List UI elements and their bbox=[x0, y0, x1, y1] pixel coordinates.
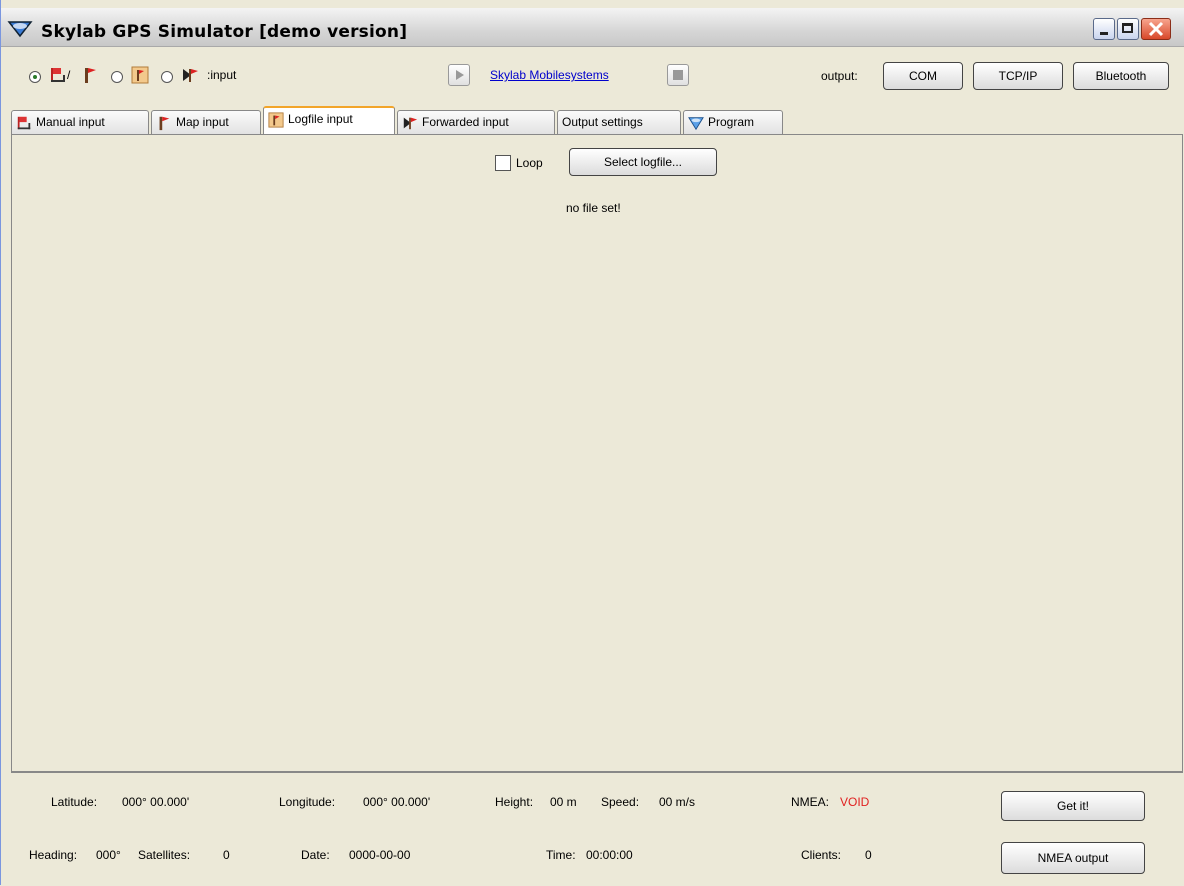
tab-label: Program bbox=[708, 115, 755, 129]
get-it-button[interactable]: Get it! bbox=[1001, 791, 1145, 821]
nmea-status-value: VOID bbox=[840, 795, 870, 809]
skylab-logo-icon bbox=[7, 21, 33, 38]
loop-label: Loop bbox=[516, 156, 543, 170]
window-title: Skylab GPS Simulator [demo version] bbox=[41, 22, 408, 42]
app-window: Skylab GPS Simulator [demo version] /:i… bbox=[0, 0, 1184, 885]
tab-bar: Manual input Map input Logfile input For… bbox=[11, 106, 1181, 136]
clients-label: Clients: bbox=[801, 848, 842, 862]
maximize-icon bbox=[1122, 23, 1133, 33]
latitude-value: 000° 00.000' bbox=[122, 795, 190, 809]
forwarded-input-radio[interactable] bbox=[161, 71, 173, 83]
tab-forwarded-input[interactable]: Forwarded input bbox=[397, 110, 555, 134]
manual-input-radio[interactable] bbox=[29, 71, 41, 83]
heading-label: Heading: bbox=[29, 848, 78, 862]
map-input-flag-icon bbox=[85, 68, 96, 83]
stop-icon bbox=[673, 70, 683, 80]
close-icon bbox=[1148, 21, 1164, 37]
tcpip-button[interactable]: TCP/IP bbox=[973, 62, 1063, 90]
com-button[interactable]: COM bbox=[883, 62, 963, 90]
tab-output-settings[interactable]: Output settings bbox=[557, 110, 681, 134]
input-output-toolbar: / :input Skylab Mobilesystems output: CO… bbox=[1, 52, 1184, 104]
maximize-button[interactable] bbox=[1117, 18, 1139, 40]
map-input-flag-icon bbox=[159, 116, 170, 130]
logfile-input-flag-icon bbox=[268, 112, 284, 128]
minimize-button[interactable] bbox=[1093, 18, 1115, 40]
select-logfile-button[interactable]: Select logfile... bbox=[569, 148, 717, 176]
logfile-input-panel: Loop Select logfile... no file set! bbox=[11, 134, 1183, 772]
tab-map-input[interactable]: Map input bbox=[151, 110, 261, 134]
nmea-label: NMEA: bbox=[791, 795, 830, 809]
loop-checkbox[interactable] bbox=[495, 155, 511, 171]
play-icon bbox=[456, 70, 464, 80]
forwarded-input-flag-icon bbox=[183, 69, 198, 82]
date-label: Date: bbox=[301, 848, 330, 862]
tab-logfile-input[interactable]: Logfile input bbox=[263, 106, 395, 136]
tab-label: Output settings bbox=[562, 115, 643, 129]
tab-label: Map input bbox=[176, 115, 229, 129]
output-label: output: bbox=[821, 69, 858, 83]
satellites-value: 0 bbox=[223, 848, 230, 862]
close-button[interactable] bbox=[1141, 18, 1171, 40]
tab-program[interactable]: Program bbox=[683, 110, 783, 134]
date-value: 0000-00-00 bbox=[349, 848, 411, 862]
logfile-input-flag-icon bbox=[131, 66, 149, 84]
logfile-input-radio[interactable] bbox=[111, 71, 123, 83]
minimize-icon bbox=[1100, 32, 1108, 35]
manual-input-flag-icon bbox=[51, 68, 65, 82]
title-bar: Skylab GPS Simulator [demo version] bbox=[1, 8, 1184, 47]
nmea-output-button[interactable]: NMEA output bbox=[1001, 842, 1145, 874]
tab-manual-input[interactable]: Manual input bbox=[11, 110, 149, 134]
latitude-label: Latitude: bbox=[51, 795, 98, 809]
heading-value: 000° bbox=[96, 848, 121, 862]
speed-value: 00 m/s bbox=[659, 795, 696, 809]
clients-value: 0 bbox=[865, 848, 872, 862]
program-shield-icon bbox=[688, 117, 704, 130]
manual-input-flag-icon bbox=[17, 116, 31, 130]
tab-label: Logfile input bbox=[288, 112, 353, 126]
satellites-label: Satellites: bbox=[138, 848, 191, 862]
play-button[interactable] bbox=[448, 64, 470, 86]
longitude-label: Longitude: bbox=[279, 795, 336, 809]
bluetooth-button[interactable]: Bluetooth bbox=[1073, 62, 1169, 90]
time-label: Time: bbox=[546, 848, 576, 862]
forwarded-input-flag-icon bbox=[403, 117, 418, 130]
speed-label: Speed: bbox=[601, 795, 640, 809]
input-suffix-label: :input bbox=[207, 68, 237, 82]
stop-button[interactable] bbox=[667, 64, 689, 86]
file-status-text: no file set! bbox=[566, 201, 621, 215]
slash-separator: / bbox=[67, 68, 71, 82]
status-panel: Latitude: 000° 00.000' Longitude: 000° 0… bbox=[11, 772, 1183, 886]
tab-label: Manual input bbox=[36, 115, 105, 129]
height-value: 00 m bbox=[550, 795, 577, 809]
skylab-link[interactable]: Skylab Mobilesystems bbox=[490, 68, 609, 82]
tab-label: Forwarded input bbox=[422, 115, 509, 129]
time-value: 00:00:00 bbox=[586, 848, 633, 862]
longitude-value: 000° 00.000' bbox=[363, 795, 431, 809]
height-label: Height: bbox=[495, 795, 534, 809]
